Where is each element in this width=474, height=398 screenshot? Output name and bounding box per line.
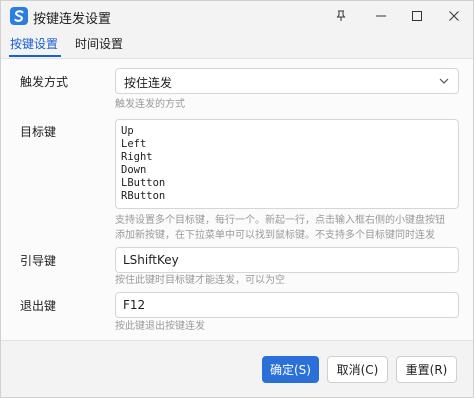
tab-time-settings[interactable]: 时间设置 — [75, 35, 123, 52]
guide-key-label: 引导键 — [20, 254, 57, 268]
s-logo-icon — [10, 7, 28, 25]
target-keys-textarea[interactable]: Up Left Right Down LButton RButton — [115, 119, 459, 209]
chevron-down-icon — [439, 78, 449, 84]
exit-key-value: F12 — [123, 298, 146, 312]
trigger-mode-dropdown[interactable]: 按住连发 — [115, 68, 459, 94]
cancel-button[interactable]: 取消(C) — [327, 356, 388, 383]
pin-icon — [336, 10, 346, 21]
maximize-button[interactable] — [400, 1, 434, 31]
target-keys-help-line2: 添加新按键，在下拉菜单中可以找到鼠标键。不支持多个目标键同时连发 — [115, 230, 435, 241]
target-key-line: Left — [121, 138, 147, 150]
exit-key-label: 退出键 — [20, 299, 57, 313]
reset-button[interactable]: 重置(R) — [396, 356, 457, 383]
trigger-mode-help: 触发连发的方式 — [115, 99, 185, 110]
ok-button[interactable]: 确定(S) — [262, 356, 319, 383]
trigger-mode-label: 触发方式 — [20, 75, 69, 89]
tab-key-settings[interactable]: 按键设置 — [10, 35, 58, 52]
minimize-icon — [376, 15, 386, 17]
pin-button[interactable] — [324, 1, 358, 31]
target-key-line: LButton — [121, 177, 166, 189]
exit-key-input[interactable]: F12 — [115, 292, 459, 318]
minimize-button[interactable] — [364, 1, 398, 31]
trigger-mode-value: 按住连发 — [124, 76, 173, 90]
tab-bar: 按键设置 时间设置 — [1, 32, 473, 57]
target-key-line: Up — [121, 125, 134, 137]
exit-key-help: 按此键退出按键连发 — [115, 321, 205, 332]
guide-key-help: 按住此键时目标键才能连发，可以为空 — [115, 275, 285, 286]
close-button[interactable] — [437, 1, 471, 31]
target-key-line: Right — [121, 151, 153, 163]
close-icon — [449, 11, 459, 21]
guide-key-value: LShiftKey — [123, 253, 179, 267]
settings-window: 按键连发设置 按键设置 时间设置 触发方式 按住连发 触发连发的方式 目标键 U… — [0, 0, 474, 398]
guide-key-input[interactable]: LShiftKey — [115, 247, 459, 273]
target-keys-label: 目标键 — [20, 125, 57, 139]
title-bar: 按键连发设置 — [1, 1, 473, 31]
target-keys-help-line1: 支持设置多个目标键，每行一个。新起一行，点击输入框右侧的小键盘按钮 — [115, 215, 445, 226]
target-key-line: RButton — [121, 190, 166, 202]
window-title: 按键连发设置 — [33, 12, 112, 27]
maximize-icon — [412, 11, 422, 21]
target-key-line: Down — [121, 164, 147, 176]
active-tab-indicator — [9, 55, 61, 57]
key-settings-panel: 触发方式 按住连发 触发连发的方式 目标键 Up Left Right Down… — [1, 58, 473, 341]
